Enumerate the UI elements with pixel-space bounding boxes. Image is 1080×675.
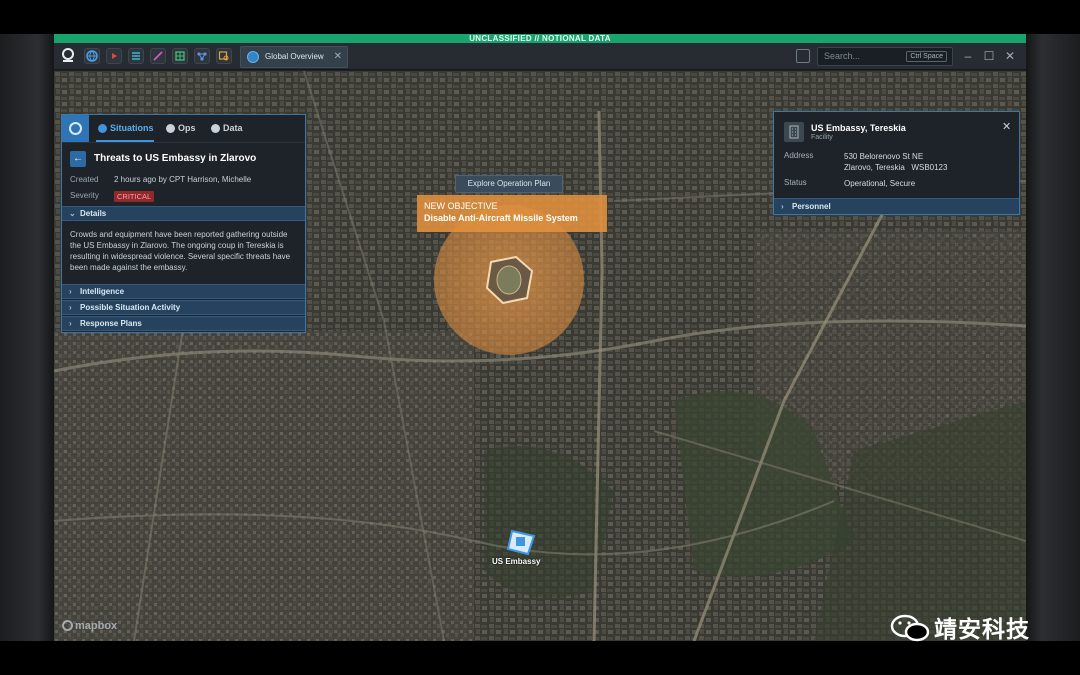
created-row: Created 2 hours ago by CPT Harrison, Mic… xyxy=(70,175,251,184)
section-intelligence-label: Intelligence xyxy=(80,287,125,296)
section-activity-label: Possible Situation Activity xyxy=(80,303,181,312)
tab-data-label: Data xyxy=(223,123,243,133)
close-window-icon[interactable]: ✕ xyxy=(1001,47,1019,65)
severity-row: Severity CRITICAL xyxy=(70,191,155,202)
status-label: Status xyxy=(784,178,807,187)
close-icon[interactable]: ✕ xyxy=(1002,120,1011,133)
toolbar: Global Overview ✕ Search... Ctrl Space –… xyxy=(54,43,1026,70)
classification-banner: UNCLASSIFIED // NOTIONAL DATA xyxy=(54,34,1026,43)
tab-global-overview[interactable]: Global Overview ✕ xyxy=(240,46,348,68)
address-label: Address xyxy=(784,151,814,160)
search-shortcut-badge: Ctrl Space xyxy=(906,51,947,62)
back-arrow-icon[interactable]: ← xyxy=(70,151,86,167)
app-logo-icon[interactable] xyxy=(60,48,76,64)
tab-data[interactable]: Data xyxy=(209,115,243,142)
objective-heading: NEW OBJECTIVE xyxy=(424,201,498,211)
search-input[interactable]: Search... Ctrl Space xyxy=(817,47,953,66)
situation-title: ← Threats to US Embassy in Zlarovo xyxy=(70,151,256,167)
check-icon xyxy=(166,124,175,133)
new-objective-callout[interactable]: NEW OBJECTIVE Disable Anti-Aircraft Miss… xyxy=(417,195,607,232)
details-text: Crowds and equipment have been reported … xyxy=(70,230,291,272)
situation-panel: Situations Ops Data ← Threats to US Emba… xyxy=(61,114,306,333)
mapbox-logo-icon xyxy=(62,620,73,631)
mapbox-attribution: mapbox xyxy=(62,620,117,632)
facility-title: US Embassy, Tereskia xyxy=(811,123,906,133)
video-icon[interactable] xyxy=(106,48,122,64)
maximize-icon[interactable]: ☐ xyxy=(980,47,998,65)
address-line2: Zlarovo, Tereskia WSB0123 xyxy=(844,163,948,172)
address-row: Address 530 Belorenovo St NE Zlarovo, Ter… xyxy=(784,151,947,172)
watermark-text: 靖安科技 xyxy=(934,617,1030,643)
stack-icon xyxy=(211,124,220,133)
section-personnel-label: Personnel xyxy=(792,202,831,211)
section-details-label: Details xyxy=(80,209,107,218)
section-response-plans[interactable]: › Response Plans xyxy=(62,316,305,331)
tab-label: Global Overview xyxy=(265,52,324,61)
address-value: 530 Belorenovo St NE Zlarovo, Tereskia WS… xyxy=(844,151,947,173)
explore-operation-plan-tooltip[interactable]: Explore Operation Plan xyxy=(455,175,563,193)
chevron-right-icon: › xyxy=(69,303,72,312)
close-tab-icon[interactable]: ✕ xyxy=(334,47,342,67)
chevron-right-icon: › xyxy=(69,287,72,296)
chevron-right-icon: › xyxy=(781,202,784,211)
address-line1: 530 Belorenovo St NE xyxy=(844,152,924,161)
facility-panel: US Embassy, Tereskia Facility ✕ Address … xyxy=(773,111,1020,215)
graph-icon[interactable] xyxy=(150,48,166,64)
section-personnel[interactable]: › Personnel xyxy=(774,198,1019,214)
embassy-marker-icon[interactable] xyxy=(506,529,536,556)
globe-icon[interactable] xyxy=(84,48,100,64)
mapbox-text: mapbox xyxy=(75,620,118,632)
app-window: UNCLASSIFIED // NOTIONAL DATA Global Ove… xyxy=(54,34,1026,641)
section-details[interactable]: ⌄ Details xyxy=(62,206,305,221)
status-value: Operational, Secure xyxy=(844,179,916,188)
facility-subtitle: Facility xyxy=(811,134,833,141)
globe-icon[interactable] xyxy=(62,115,89,142)
globe-icon xyxy=(247,51,259,63)
tab-ops-label: Ops xyxy=(178,123,196,133)
section-possible-situation-activity[interactable]: › Possible Situation Activity xyxy=(62,300,305,315)
created-value: 2 hours ago by CPT Harrison, Michelle xyxy=(114,175,252,184)
satellite-map[interactable]: Explore Operation Plan NEW OBJECTIVE Dis… xyxy=(54,71,1026,641)
letterbox-top xyxy=(0,0,1080,34)
monitor-bezel-left xyxy=(0,34,54,641)
screen-photo: UNCLASSIFIED // NOTIONAL DATA Global Ove… xyxy=(0,0,1080,675)
network-icon[interactable] xyxy=(194,48,210,64)
layers-icon[interactable] xyxy=(128,48,144,64)
letterbox-bottom xyxy=(0,641,1080,675)
tab-ops[interactable]: Ops xyxy=(164,115,196,142)
section-response-plans-label: Response Plans xyxy=(80,319,142,328)
building-icon xyxy=(784,122,804,142)
tab-situations-label: Situations xyxy=(110,123,154,133)
info-icon xyxy=(98,124,107,133)
watermark: 靖安科技 xyxy=(890,610,1030,644)
search-placeholder: Search... xyxy=(824,51,861,61)
status-row: Status Operational, Secure xyxy=(784,178,915,188)
chevron-right-icon: › xyxy=(69,319,72,328)
section-intelligence[interactable]: › Intelligence xyxy=(62,284,305,299)
objective-title: Disable Anti-Aircraft Missile System xyxy=(424,213,578,223)
situation-title-text: Threats to US Embassy in Zlarovo xyxy=(94,153,257,164)
map-search-icon[interactable] xyxy=(216,48,232,64)
severity-badge: CRITICAL xyxy=(114,191,155,202)
chevron-down-icon: ⌄ xyxy=(69,209,76,218)
minimize-icon[interactable]: – xyxy=(959,47,977,65)
embassy-map-label: US Embassy xyxy=(492,557,541,566)
inbox-icon[interactable] xyxy=(796,49,810,63)
monitor-bezel-right xyxy=(1026,34,1080,641)
created-label: Created xyxy=(70,175,99,184)
table-icon[interactable] xyxy=(172,48,188,64)
panel-tabs: Situations Ops Data xyxy=(62,115,305,143)
severity-label: Severity xyxy=(70,191,99,200)
wechat-icon xyxy=(890,614,930,642)
tab-situations[interactable]: Situations xyxy=(96,115,154,142)
